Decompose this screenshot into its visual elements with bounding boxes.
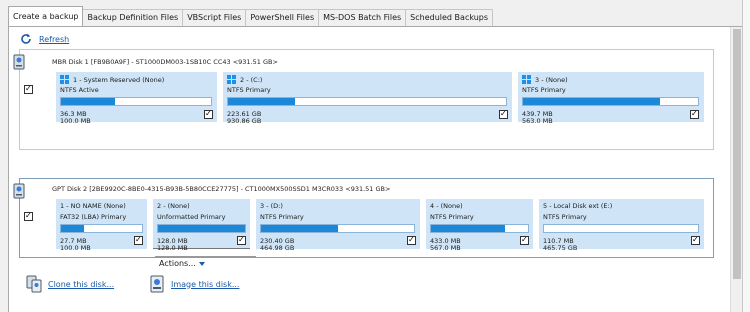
partition-name: 1 - NO NAME (None) — [60, 202, 126, 210]
tab-backup-definition-files[interactable]: Backup Definition Files — [82, 9, 184, 26]
partition-5-checkbox[interactable] — [691, 235, 700, 245]
partition-fs: NTFS Active — [60, 86, 99, 94]
partition-usage-bar — [522, 97, 699, 106]
disk-1-panel: MBR Disk 1 [FB9B0A9F] - ST1000DM003-1SB1… — [13, 49, 714, 150]
disk-2-partition-3[interactable]: 3 - (D:) NTFS Primary 230.40 GB 464.98 G… — [256, 199, 420, 252]
partition-usage-bar — [543, 224, 699, 233]
partition-total: 567.0 MB — [430, 244, 461, 252]
disk-2-partition-1[interactable]: 1 - NO NAME (None) FAT32 (LBA) Primary 2… — [56, 199, 147, 252]
tab-msdos-batch-files[interactable]: MS-DOS Batch Files — [318, 9, 407, 26]
partition-fs: Unformatted Primary — [157, 213, 226, 221]
partition-fs: FAT32 (LBA) Primary — [60, 213, 127, 221]
image-disk-label[interactable]: Image this disk... — [171, 280, 239, 289]
hard-disk-icon — [13, 183, 25, 199]
disk-2-partition-4[interactable]: 4 - (None) NTFS Primary 433.0 MB 567.0 M… — [426, 199, 533, 252]
refresh-label[interactable]: Refresh — [39, 35, 69, 44]
partition-4-checkbox[interactable] — [520, 235, 529, 245]
disk-2-partition-5[interactable]: 5 - Local Disk ext (E:) NTFS Primary 110… — [539, 199, 704, 252]
image-disk-link[interactable]: Image this disk... — [149, 275, 239, 293]
actions-label[interactable]: Actions... — [159, 259, 196, 268]
disk-1-checkbox[interactable] — [24, 84, 33, 94]
partition-total: 465.75 GB — [543, 244, 578, 252]
disk-1-partition-2[interactable]: 2 - (C:) NTFS Primary 223.61 GB 930.86 G… — [223, 72, 512, 125]
partition-usage-bar — [430, 224, 529, 233]
disk-2-panel: GPT Disk 2 [2BE9920C-8BE0-4315-B93B-5B80… — [13, 178, 714, 258]
partition-total: 464.98 GB — [260, 244, 295, 252]
partition-fs: NTFS Primary — [522, 86, 566, 94]
partition-name: 2 - (C:) — [240, 75, 263, 84]
partition-fs: NTFS Primary — [227, 86, 271, 94]
partition-name: 2 - (None) — [157, 202, 190, 210]
disk-2-partition-2[interactable]: 2 - (None) Unformatted Primary 128.0 MB … — [153, 199, 250, 252]
partition-fs: NTFS Primary — [430, 213, 474, 221]
window-edge — [742, 0, 750, 312]
tab-bar: Create a backup Backup Definition Files … — [8, 6, 750, 27]
actions-divider — [155, 256, 256, 257]
windows-icon — [60, 75, 69, 84]
partition-1-checkbox[interactable] — [134, 235, 143, 245]
clone-disk-label[interactable]: Clone this disk... — [48, 280, 114, 289]
partition-total: 563.0 MB — [522, 117, 553, 125]
partition-usage-bar — [227, 97, 507, 106]
windows-icon — [227, 75, 236, 84]
disk-2-checkbox[interactable] — [24, 211, 33, 221]
content-area: Refresh MBR Disk 1 [FB9B0A9F] - ST1000DM… — [8, 27, 730, 312]
partition-3-checkbox[interactable] — [690, 109, 699, 119]
partition-1-checkbox[interactable] — [204, 109, 213, 119]
partition-2-checkbox[interactable] — [237, 235, 246, 245]
partition-fs: NTFS Primary — [260, 213, 304, 221]
tab-powershell-files[interactable]: PowerShell Files — [245, 9, 320, 26]
image-disk-icon — [150, 275, 164, 293]
clone-disk-icon — [26, 275, 42, 293]
disk-2-title: GPT Disk 2 [2BE9920C-8BE0-4315-B93B-5B80… — [52, 185, 391, 193]
tab-create-backup[interactable]: Create a backup — [8, 6, 84, 26]
partition-total: 100.0 MB — [60, 244, 91, 252]
vertical-scrollbar[interactable] — [730, 27, 742, 312]
tab-scheduled-backups[interactable]: Scheduled Backups — [405, 9, 494, 26]
refresh-icon — [21, 33, 31, 44]
partition-3-checkbox[interactable] — [407, 235, 416, 245]
partition-name: 1 - System Reserved (None) — [73, 75, 165, 84]
windows-icon — [522, 75, 531, 84]
partition-usage-bar — [60, 224, 143, 233]
partition-total: 930.86 GB — [227, 117, 262, 125]
partition-name: 4 - (None) — [430, 202, 463, 210]
partition-2-checkbox[interactable] — [499, 109, 508, 119]
partition-total: 100.0 MB — [60, 117, 91, 125]
refresh-button[interactable]: Refresh — [19, 32, 69, 46]
partition-usage-bar — [60, 97, 212, 106]
disk-1-partition-3[interactable]: 3 - (None) NTFS Primary 439.7 MB 563.0 M… — [518, 72, 704, 125]
partition-usage-bar — [157, 224, 246, 233]
partition-name: 3 - (D:) — [260, 202, 283, 210]
hard-disk-icon — [13, 54, 25, 70]
tab-vbscript-files[interactable]: VBScript Files — [182, 9, 247, 26]
partition-name: 3 - (None) — [535, 75, 568, 84]
disk-1-partition-1[interactable]: 1 - System Reserved (None) NTFS Active 3… — [56, 72, 217, 125]
disk-1-title: MBR Disk 1 [FB9B0A9F] - ST1000DM003-1SB1… — [52, 58, 278, 66]
chevron-down-icon — [198, 261, 205, 266]
partition-name: 5 - Local Disk ext (E:) — [543, 202, 613, 210]
scrollbar-thumb[interactable] — [733, 29, 741, 279]
partition-usage-bar — [260, 224, 415, 233]
partition-total: 128.0 MB — [157, 244, 188, 252]
clone-disk-link[interactable]: Clone this disk... — [26, 275, 114, 293]
actions-dropdown[interactable]: Actions... — [159, 259, 205, 268]
partition-fs: NTFS Primary — [543, 213, 587, 221]
